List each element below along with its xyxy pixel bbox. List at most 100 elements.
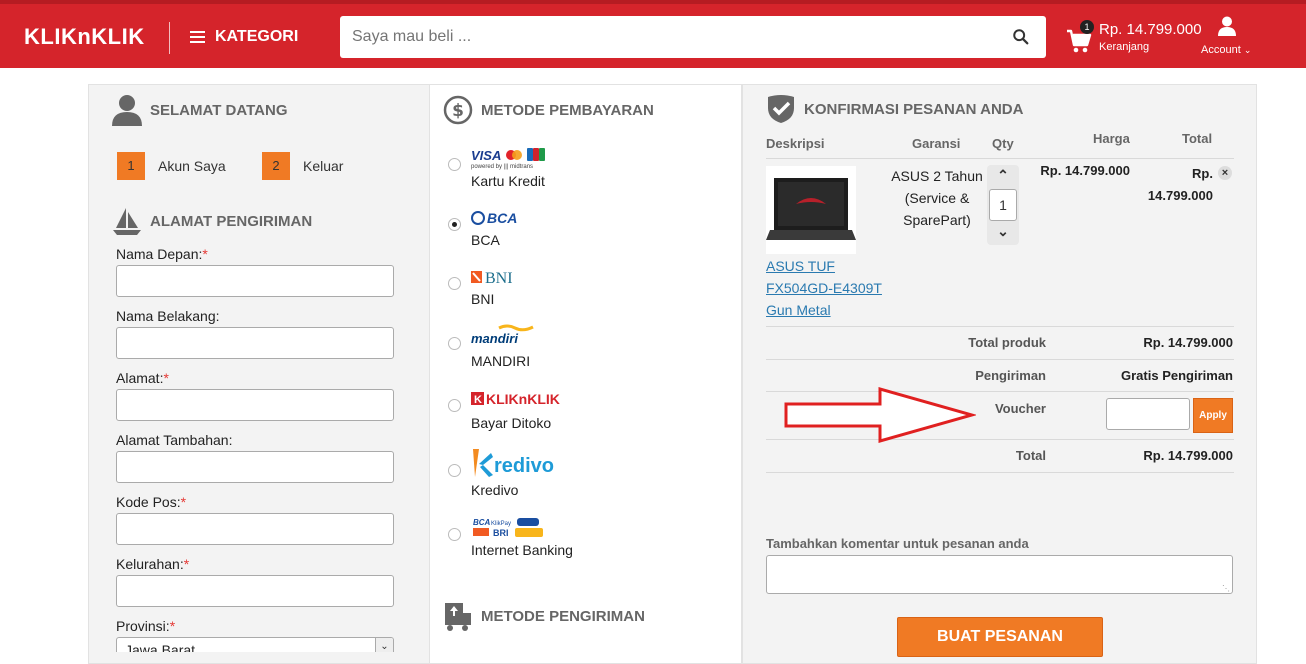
additional-address-field[interactable] bbox=[116, 451, 394, 483]
province-select[interactable]: Jawa Barat ⌄ bbox=[116, 637, 394, 652]
col-price: Harga bbox=[1093, 131, 1130, 146]
village-field[interactable] bbox=[116, 575, 394, 607]
search-input[interactable] bbox=[340, 16, 980, 58]
cart-count-badge: 1 bbox=[1080, 20, 1094, 34]
resize-handle-icon[interactable]: ⋱ bbox=[1222, 584, 1230, 593]
item-total: Rp. 14.799.000 bbox=[1147, 166, 1213, 203]
product-image[interactable] bbox=[766, 166, 856, 254]
ship-icon bbox=[113, 208, 141, 235]
first-name-field[interactable] bbox=[116, 265, 394, 297]
account-label: Account bbox=[1201, 44, 1241, 56]
divider bbox=[766, 359, 1234, 360]
shipping-method-section-title: METODE PENGIRIMAN bbox=[443, 601, 645, 631]
my-account-link[interactable]: Akun Saya bbox=[158, 158, 226, 174]
grand-total-label: Total bbox=[1015, 448, 1046, 463]
svg-text:BCA: BCA bbox=[473, 518, 491, 527]
step-2-badge[interactable]: 2 bbox=[262, 152, 290, 180]
payment-radio-credit-card[interactable] bbox=[448, 158, 461, 171]
product-name-link[interactable]: ASUS TUF FX504GD-E4309T Gun Metal bbox=[766, 255, 882, 321]
search-icon[interactable] bbox=[1012, 28, 1030, 46]
place-order-button[interactable]: BUAT PESANAN bbox=[897, 617, 1103, 657]
payment-label-mandiri[interactable]: MANDIRI bbox=[471, 353, 530, 369]
payment-label-internet-banking[interactable]: Internet Banking bbox=[471, 542, 573, 558]
payment-label-credit-card[interactable]: Kartu Kredit bbox=[471, 173, 545, 189]
last-name-label: Nama Belakang: bbox=[116, 308, 220, 324]
bca-logo: BCA bbox=[471, 209, 521, 232]
red-annotation-arrow-icon bbox=[784, 387, 976, 443]
welcome-title: SELAMAT DATANG bbox=[150, 101, 288, 119]
chevron-up-icon[interactable]: ⌃ bbox=[987, 167, 1019, 185]
village-label: Kelurahan:* bbox=[116, 556, 190, 572]
postal-code-label: Kode Pos:* bbox=[116, 494, 187, 510]
svg-text:BRI: BRI bbox=[493, 528, 509, 538]
total-product-label: Total produk bbox=[968, 335, 1046, 350]
search-bar bbox=[340, 16, 1046, 58]
address-field[interactable] bbox=[116, 389, 394, 421]
top-navbar: KLIKnKLIK KATEGORI 1 Rp. 14.799.000 Kera… bbox=[0, 0, 1306, 68]
delivery-box-icon bbox=[445, 603, 471, 631]
account-menu[interactable]: Account ⌄ bbox=[1201, 44, 1251, 56]
chevron-down-icon: ⌄ bbox=[1243, 45, 1252, 55]
last-name-field[interactable] bbox=[116, 327, 394, 359]
category-menu-button[interactable]: KATEGORI bbox=[190, 28, 298, 46]
voucher-input[interactable] bbox=[1106, 398, 1190, 430]
payment-label-bni[interactable]: BNI bbox=[471, 291, 494, 307]
divider bbox=[766, 158, 1234, 159]
internet-banking-logos: BCA KlikPay BRI bbox=[471, 517, 547, 544]
site-logo[interactable]: KLIKnKLIK bbox=[24, 24, 145, 50]
shipping-address-title: ALAMAT PENGIRIMAN bbox=[150, 212, 313, 230]
province-label: Provinsi:* bbox=[116, 618, 176, 634]
total-product-value: Rp. 14.799.000 bbox=[1143, 335, 1233, 350]
svg-text:BNI: BNI bbox=[485, 270, 513, 286]
shield-check-icon bbox=[768, 95, 794, 123]
hamburger-icon bbox=[190, 31, 205, 43]
payment-label-kredivo[interactable]: Kredivo bbox=[471, 482, 518, 498]
col-warranty: Garansi bbox=[912, 136, 961, 151]
svg-text:mandiri: mandiri bbox=[471, 331, 518, 346]
payment-label-store[interactable]: Bayar Ditoko bbox=[471, 415, 551, 431]
order-section-title: KONFIRMASI PESANAN ANDA bbox=[766, 94, 1023, 124]
order-comment-textarea[interactable]: ⋱ bbox=[766, 555, 1233, 594]
chevron-down-icon: ⌄ bbox=[375, 638, 393, 652]
cart-total[interactable]: Rp. 14.799.000 bbox=[1099, 21, 1202, 38]
svg-text:KlikPay: KlikPay bbox=[491, 521, 511, 527]
payment-radio-store[interactable] bbox=[448, 399, 461, 412]
chevron-down-icon[interactable]: ⌄ bbox=[987, 223, 1019, 241]
payment-radio-bni[interactable] bbox=[448, 277, 461, 290]
logout-link[interactable]: Keluar bbox=[303, 158, 343, 174]
payment-title: METODE PEMBAYARAN bbox=[481, 101, 654, 119]
user-icon[interactable] bbox=[1218, 16, 1236, 36]
svg-text:BCA: BCA bbox=[487, 210, 517, 226]
svg-text:redivo: redivo bbox=[494, 455, 554, 477]
visa-mastercard-jcb-logo: VISA powered by ||| midtrans bbox=[471, 146, 551, 175]
payment-radio-bca[interactable] bbox=[448, 218, 461, 231]
col-description: Deskripsi bbox=[766, 136, 825, 151]
step-1-badge[interactable]: 1 bbox=[117, 152, 145, 180]
kliknklik-logo: K KLIKnKLIK bbox=[471, 390, 567, 413]
apply-voucher-button[interactable]: Apply bbox=[1193, 398, 1233, 433]
warranty-text: ASUS 2 Tahun (Service & SparePart) bbox=[891, 168, 983, 228]
payment-radio-mandiri[interactable] bbox=[448, 337, 461, 350]
item-price: Rp. 14.799.000 bbox=[1040, 163, 1130, 178]
col-total: Total bbox=[1182, 131, 1213, 146]
address-label: Alamat:* bbox=[116, 370, 169, 386]
remove-item-icon[interactable]: × bbox=[1218, 166, 1232, 180]
order-title: KONFIRMASI PESANAN ANDA bbox=[804, 100, 1024, 118]
svg-text:$: $ bbox=[452, 101, 464, 121]
payment-radio-kredivo[interactable] bbox=[448, 464, 461, 477]
welcome-section-title: SELAMAT DATANG bbox=[112, 94, 287, 126]
quantity-stepper: ⌃ 1 ⌄ bbox=[987, 165, 1019, 245]
svg-text:KLIKnKLIK: KLIKnKLIK bbox=[486, 391, 560, 407]
cart-label[interactable]: Keranjang bbox=[1099, 41, 1149, 53]
payment-radio-internet-banking[interactable] bbox=[448, 528, 461, 541]
bni-logo: BNI bbox=[471, 268, 521, 291]
payment-label-bca[interactable]: BCA bbox=[471, 232, 500, 248]
payment-section-title: $ METODE PEMBAYARAN bbox=[443, 95, 654, 125]
quantity-input[interactable]: 1 bbox=[989, 189, 1017, 221]
shipping-cost-value: Gratis Pengiriman bbox=[1121, 368, 1233, 383]
category-label: KATEGORI bbox=[215, 28, 299, 45]
svg-text:VISA: VISA bbox=[471, 148, 501, 163]
laptop-icon bbox=[766, 178, 856, 240]
mandiri-logo: mandiri bbox=[471, 324, 537, 351]
postal-code-field[interactable] bbox=[116, 513, 394, 545]
